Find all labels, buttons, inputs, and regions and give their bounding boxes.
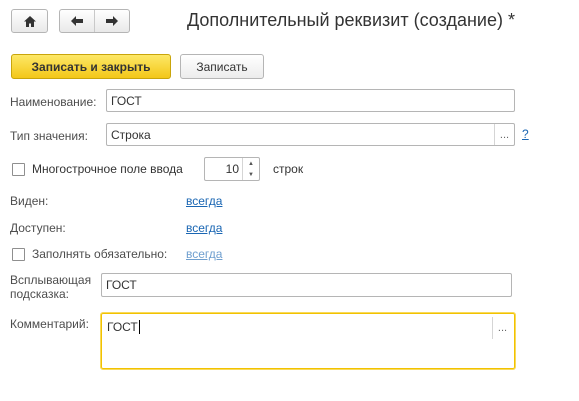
comment-label: Комментарий: — [10, 317, 89, 331]
lines-stepper[interactable]: 10 ▲ ▼ — [204, 157, 260, 181]
available-link[interactable]: всегда — [186, 221, 222, 235]
lines-value: 10 — [225, 162, 239, 176]
value-type-field[interactable]: Строка ... — [106, 123, 515, 146]
comment-value: ГОСТ — [107, 320, 138, 334]
required-link[interactable]: всегда — [186, 247, 222, 261]
page-title: Дополнительный реквизит (создание) * — [187, 10, 515, 30]
arrow-right-icon — [106, 16, 118, 26]
arrow-left-icon — [71, 16, 83, 26]
home-button[interactable] — [11, 9, 48, 33]
comment-text: ГОСТ — [107, 320, 140, 334]
save-and-close-button[interactable]: Записать и закрыть — [11, 54, 171, 79]
name-value: ГОСТ — [111, 93, 142, 108]
comment-choose-button[interactable]: ... — [492, 317, 512, 339]
tooltip-label-line2: подсказка: — [10, 287, 69, 301]
value-type-value: Строка — [111, 127, 151, 142]
name-label: Наименование: — [10, 95, 97, 109]
required-checkbox[interactable] — [12, 248, 25, 261]
stepper-arrows: ▲ ▼ — [242, 158, 259, 180]
lines-suffix: строк — [273, 162, 304, 176]
multiline-checkbox[interactable] — [12, 163, 25, 176]
stepper-up-icon[interactable]: ▲ — [243, 158, 259, 169]
name-field[interactable]: ГОСТ — [106, 89, 515, 112]
back-button[interactable] — [60, 10, 94, 32]
history-nav — [59, 9, 130, 33]
home-icon — [23, 15, 36, 27]
text-caret — [138, 320, 140, 334]
comment-field[interactable]: ГОСТ ... — [100, 312, 516, 370]
forward-button[interactable] — [94, 10, 129, 32]
visible-link[interactable]: всегда — [186, 194, 222, 208]
visible-label: Виден: — [10, 194, 49, 208]
multiline-label: Многострочное поле ввода — [32, 162, 183, 176]
help-link[interactable]: ? — [522, 127, 529, 141]
form-window: Дополнительный реквизит (создание) * Зап… — [0, 0, 579, 401]
tooltip-value: ГОСТ — [106, 278, 137, 292]
required-label: Заполнять обязательно: — [32, 247, 168, 261]
value-type-choose-button[interactable]: ... — [494, 124, 514, 145]
tooltip-field[interactable]: ГОСТ — [101, 273, 512, 297]
available-label: Доступен: — [10, 221, 66, 235]
stepper-down-icon[interactable]: ▼ — [243, 169, 259, 180]
tooltip-label-line1: Всплывающая — [10, 273, 92, 287]
save-button[interactable]: Записать — [180, 54, 264, 79]
value-type-label: Тип значения: — [10, 129, 88, 143]
